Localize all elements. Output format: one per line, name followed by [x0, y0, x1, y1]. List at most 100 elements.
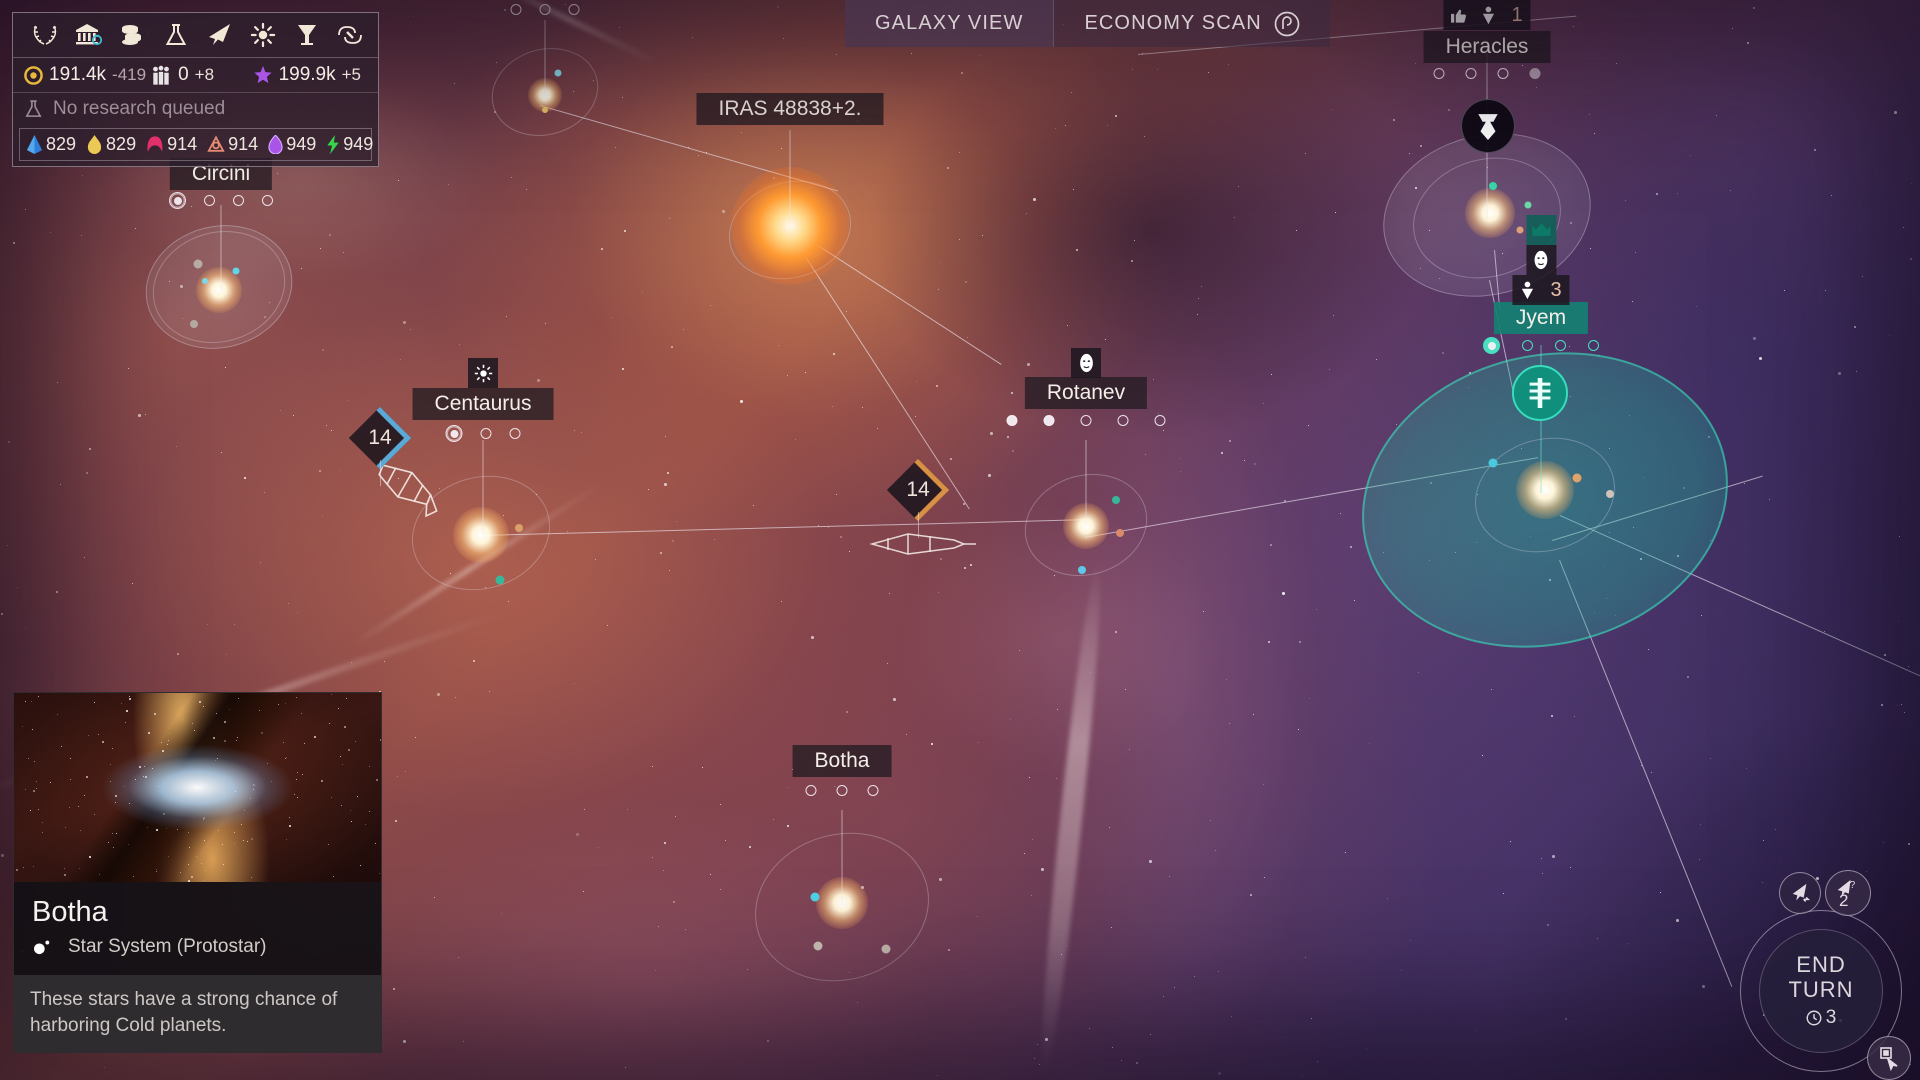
star-system-icon	[32, 939, 54, 955]
planet-dot	[510, 4, 522, 15]
label-stem	[1085, 440, 1087, 526]
system-label-rotanev[interactable]: Rotanev	[1024, 377, 1148, 409]
planet-dot	[1043, 415, 1055, 426]
end-turn-button[interactable]: END TURN 3	[1759, 929, 1883, 1053]
planet	[1112, 496, 1120, 504]
system-badges-heracles: 1	[1443, 0, 1531, 30]
planet-dot	[262, 195, 273, 206]
planet	[515, 524, 523, 532]
star	[453, 507, 509, 563]
game-screen: Circini IRAS 48838+2. Centaurus Rotanev …	[0, 0, 1920, 1080]
resource-titanium[interactable]: 829	[26, 134, 76, 155]
fleet-count: 14	[906, 478, 930, 501]
colonize-count: 3	[1542, 275, 1570, 305]
planet-dot	[1588, 340, 1599, 351]
planet	[813, 941, 823, 951]
svg-text:?: ?	[1850, 880, 1856, 891]
star-sun-icon[interactable]	[241, 23, 285, 47]
planet	[1488, 458, 1498, 468]
planet	[495, 575, 505, 585]
star-sun-icon	[468, 358, 498, 388]
fleet-arrow-icon[interactable]	[198, 23, 242, 47]
system-badges-rotanev	[1071, 348, 1101, 378]
fleet-marker[interactable]: 14	[886, 458, 950, 538]
unassigned-fleets-count: 2	[1839, 891, 1849, 910]
orichalcix-value: 914	[228, 134, 259, 154]
system-label-jyem[interactable]: Jyem	[1493, 302, 1589, 334]
system-label-botha[interactable]: Botha	[792, 745, 892, 777]
research-flask-icon[interactable]	[154, 23, 198, 47]
resource-antimatter[interactable]: 949	[326, 134, 373, 155]
quadrinix-value: 949	[286, 134, 317, 154]
diplomacy-handshake-icon[interactable]	[328, 23, 372, 47]
dust-icon	[24, 65, 43, 85]
system-badges-centaurus	[468, 358, 498, 388]
planet-dot	[1154, 415, 1166, 426]
label-stem	[482, 440, 484, 535]
system-badges-jyem: 3	[1512, 215, 1570, 305]
tab-galaxy-view[interactable]: GALAXY VIEW	[845, 0, 1055, 47]
planet-dot	[1465, 68, 1477, 79]
unassigned-fleets-button[interactable]: ? 2	[1825, 870, 1871, 916]
laurel-empire-icon[interactable]	[23, 23, 67, 47]
research-queue-row[interactable]: No research queued	[13, 92, 378, 124]
resource-quadrinix[interactable]: 949	[268, 134, 316, 155]
strategic-resources-bar: 829 829 914 914 949 949	[19, 128, 373, 161]
planet-dot	[1080, 415, 1092, 426]
info-description: These stars have a strong chance of harb…	[14, 975, 381, 1052]
fleet-marker[interactable]: 14	[348, 406, 412, 486]
population-value: 0	[178, 64, 189, 85]
system-label-iras[interactable]: IRAS 48838+2.	[696, 93, 884, 125]
info-subtitle-row: Star System (Protostar)	[14, 931, 381, 975]
coins-treasury-icon[interactable]	[110, 23, 154, 47]
planet	[554, 69, 562, 77]
planet-dot	[1555, 340, 1566, 351]
senate-icon[interactable]	[67, 23, 111, 47]
starlane	[481, 519, 1086, 536]
tab-economy-scan[interactable]: ECONOMY SCAN	[1054, 0, 1330, 47]
hourglass-icon[interactable]	[285, 23, 329, 47]
resource-orichalcix[interactable]: 914	[207, 134, 258, 155]
resource-hyperium[interactable]: 829	[86, 134, 136, 155]
planet	[881, 944, 891, 954]
colonize-icon	[1473, 0, 1504, 30]
crown-icon	[1526, 215, 1556, 245]
view-tabs: GALAXY VIEW ECONOMY SCAN	[845, 0, 1330, 47]
tab-label: ECONOMY SCAN	[1084, 12, 1262, 34]
hyperium-value: 829	[106, 134, 137, 154]
antimatter-value: 949	[343, 134, 374, 154]
planet	[202, 278, 208, 284]
resource-adamantian[interactable]: 914	[146, 134, 197, 155]
planet-dot	[1117, 415, 1129, 426]
system-label-centaurus[interactable]: Centaurus	[412, 388, 554, 420]
system-info-panel: Botha Star System (Protostar) These star…	[13, 692, 382, 1053]
end-turn-timer: 3	[1806, 1007, 1836, 1029]
planet-dot	[805, 785, 817, 796]
thumbs-up-icon	[1443, 0, 1474, 30]
hyperium-icon	[86, 135, 103, 154]
end-turn-line2: TURN	[1788, 976, 1854, 1002]
star	[1516, 461, 1574, 519]
selection-mode-button[interactable]	[1867, 1036, 1911, 1080]
influence-star-icon	[253, 65, 273, 85]
colonize-count: 1	[1503, 0, 1531, 30]
planet-dot	[1497, 68, 1509, 79]
next-idle-fleet-button[interactable]	[1779, 872, 1821, 914]
orichalcix-icon	[207, 135, 225, 154]
influence-value: 199.9k	[278, 64, 336, 85]
research-flask-icon	[24, 99, 43, 119]
dust-delta: -419	[112, 65, 147, 84]
antimatter-icon	[326, 135, 340, 154]
planet	[542, 107, 548, 113]
planet	[1606, 490, 1614, 498]
planet-dot	[480, 428, 492, 439]
system-planet-dots	[1433, 68, 1541, 79]
minor-faction-icon	[1071, 348, 1101, 378]
fleet-count: 14	[368, 426, 392, 449]
planet-dot	[836, 785, 848, 796]
planet-dot	[867, 785, 879, 796]
planet	[193, 259, 203, 269]
planet-dot	[445, 425, 463, 442]
system-label-heracles[interactable]: Heracles	[1423, 31, 1551, 63]
planet	[1572, 473, 1582, 483]
